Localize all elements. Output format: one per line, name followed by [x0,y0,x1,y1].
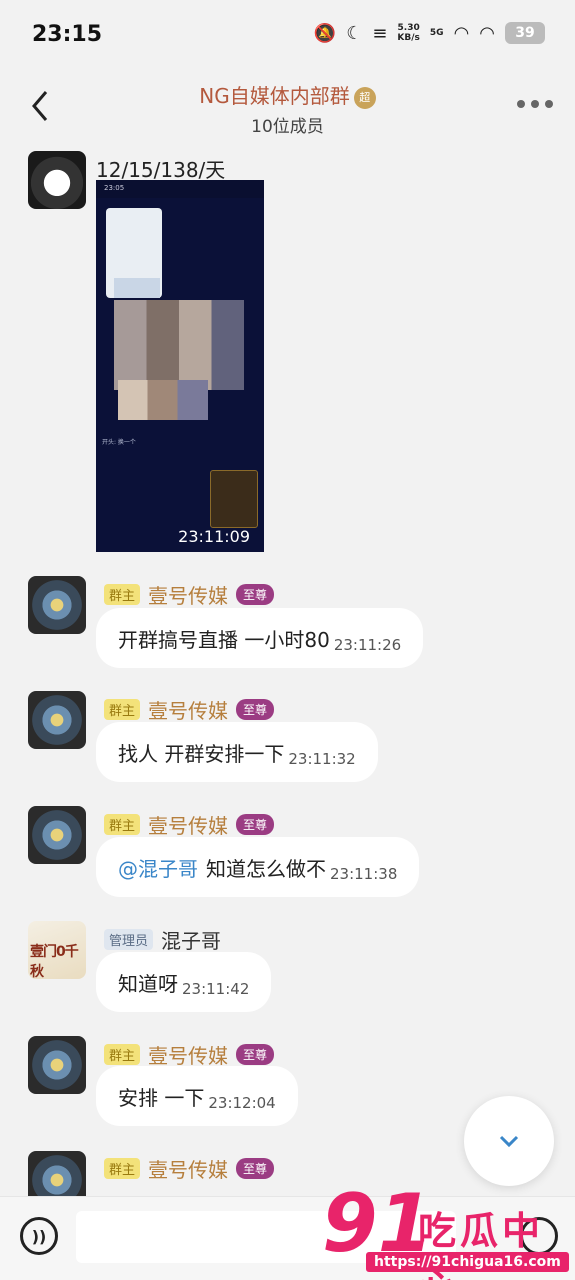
role-badge: 群主 [104,1158,141,1179]
rank-badge: 至尊 [236,1158,275,1179]
sender-name: 混子哥 [161,929,222,953]
message-meta: 群主 壹号传媒 至尊 [104,580,275,609]
image-mosaic [118,380,208,420]
member-count[interactable]: 10位成员 [0,112,575,137]
message-time: 23:11:42 [182,980,250,998]
emoji-icon[interactable] [520,1217,558,1255]
message-text: 开群搞号直播 一小时80 [118,627,330,652]
group-title-text: NG自媒体内部群 [199,84,350,108]
scroll-to-bottom-button[interactable] [464,1096,554,1186]
sender-name: 壹号传媒 [148,1044,229,1068]
message-bubble[interactable]: @混子哥 知道怎么做不 23:11:38 [96,837,420,897]
avatar[interactable] [28,1036,86,1094]
message-meta: 群主 壹号传媒 至尊 [104,1040,275,1069]
role-badge: 群主 [104,699,141,720]
image-topbar: 23:05 [96,180,264,198]
sender-name: 壹号传媒 [148,699,229,723]
dot-icon [531,100,539,108]
sender-name: 壹号传媒 [148,1158,229,1182]
avatar[interactable] [28,576,86,634]
message-bubble[interactable]: 找人 开群安排一下 23:11:32 [96,722,378,782]
rank-badge: 至尊 [236,814,275,835]
role-badge: 群主 [104,814,141,835]
input-bar: )) [0,1196,575,1280]
wifi-icon: ◠ [453,22,470,44]
message-input[interactable] [76,1211,456,1263]
avatar[interactable] [28,691,86,749]
message-text: 安排 一下 [118,1085,205,1110]
image-desc: 开头: 换一个 [102,439,136,446]
message-time: 23:11:38 [330,865,398,883]
message-text: 知道怎么做不 [206,856,326,881]
message-text: 找人 开群安排一下 [118,741,285,766]
super-group-badge: 超 [353,87,376,109]
message-bubble[interactable]: 安排 一下 23:12:04 [96,1066,298,1126]
status-bar: 23:15 🔕 ☾ ≡ 5.30 KB/s 5G ◠ ◠ 39 [0,0,575,70]
rank-badge: 至尊 [236,699,275,720]
chevron-down-icon [499,1135,519,1148]
image-mosaic [114,300,244,390]
avatar[interactable] [28,806,86,864]
message-text: 知道呀 [118,971,178,996]
mention-link[interactable]: @混子哥 [118,853,198,882]
image-mosaic [114,278,160,298]
message-time: 23:11:32 [288,750,356,768]
message-time: 23:11:26 [333,636,402,654]
dot-icon [545,100,553,108]
message-meta: 群主 壹号传媒 至尊 [104,810,275,839]
mute-icon: 🔕 [313,22,337,44]
role-badge: 群主 [104,1044,141,1065]
message-bubble[interactable]: 知道呀 23:11:42 [96,952,272,1012]
avatar-text: 壹门0千秋 [30,944,79,979]
message-meta: 群主 壹号传媒 至尊 [104,1154,275,1183]
group-title[interactable]: NG自媒体内部群超 [0,80,575,109]
screenshot-image[interactable]: 23:05 开头: 换一个 23:11:09 [96,180,264,552]
dot-icon [517,100,525,108]
rank-badge: 至尊 [236,584,275,605]
status-time: 23:15 [32,22,103,47]
status-icons: 🔕 ☾ ≡ 5.30 KB/s 5G ◠ ◠ 39 [314,22,545,44]
net-speed: 5.30 KB/s [397,23,420,43]
network-type: 5G [429,28,444,38]
role-badge: 管理员 [104,929,154,950]
rank-badge: 至尊 [236,1044,275,1065]
moon-icon: ☾ [346,22,363,44]
chat-header: NG自媒体内部群超 10位成员 [0,70,575,145]
message-time: 23:12:04 [208,1094,276,1112]
sender-name: 12/15/138/天 [96,158,226,182]
voice-icon[interactable]: )) [20,1217,58,1255]
wifi-icon-2: ◠ [479,22,495,44]
role-badge: 群主 [104,584,141,605]
battery-icon: 39 [505,22,545,44]
avatar[interactable] [28,151,86,209]
avatar[interactable]: 壹门0千秋 [28,921,86,979]
app-icon: ≡ [372,22,388,44]
more-options-button[interactable] [517,100,553,108]
message-meta: 群主 壹号传媒 至尊 [104,695,275,724]
sender-name: 壹号传媒 [148,584,229,608]
sender-name: 壹号传媒 [148,814,229,838]
image-mini-card [210,470,258,528]
image-timestamp: 23:11:09 [178,527,250,546]
message-bubble[interactable]: 开群搞号直播 一小时80 23:11:26 [96,608,424,668]
message-meta: 管理员 混子哥 [104,925,221,954]
